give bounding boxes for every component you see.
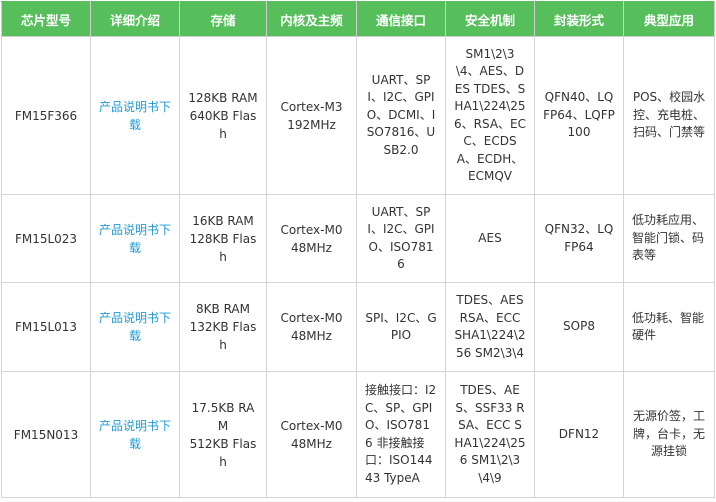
storage-cell: 128KB RAM 640KB Flash: [179, 36, 267, 195]
freq-value: 48MHz: [291, 329, 332, 343]
header-security: 安全机制: [445, 1, 535, 37]
storage-cell: 8KB RAM 132KB Flash: [179, 282, 267, 372]
chip-spec-table: 芯片型号 详细介绍 存储 内核及主频 通信接口 安全机制 封装形式 典型应用 F…: [1, 1, 715, 498]
package-cell: QFN32、LQFP64: [534, 194, 624, 283]
package-cell: SOP8: [534, 282, 624, 372]
ram-value: 8KB RAM: [196, 302, 250, 316]
manual-download-link[interactable]: 产品说明书下载: [99, 419, 171, 451]
interface-cell: SPI、I2C、GPIO: [356, 282, 446, 372]
core-freq-cell: Cortex-M0 48MHz: [266, 282, 357, 372]
details-cell: 产品说明书下载: [90, 194, 180, 283]
security-cell: TDES、AES RSA、ECC SHA1\224\256 SM2\3\4: [445, 282, 535, 372]
flash-value: 512KB Flash: [189, 436, 257, 469]
freq-value: 192MHz: [287, 117, 336, 132]
core-freq-cell: Cortex-M3 192MHz: [266, 36, 357, 195]
core-value: Cortex-M0: [280, 311, 343, 325]
flash-value: 132KB Flash: [189, 320, 257, 352]
flash-value: 128KB Flash: [189, 231, 257, 264]
storage-cell: 17.5KB RAM 512KB Flash: [179, 371, 267, 498]
ram-value: 128KB RAM: [188, 90, 258, 105]
table-row: FM15L013 产品说明书下载 8KB RAM 132KB Flash Cort…: [1, 282, 715, 372]
application-cell: 低功耗应用、智能门锁、码表等: [623, 194, 715, 283]
header-application: 典型应用: [623, 1, 715, 37]
details-cell: 产品说明书下载: [90, 371, 180, 498]
application-cell: 低功耗、智能硬件: [623, 282, 715, 372]
table-row: FM15N013 产品说明书下载 17.5KB RAM 512KB Flash C…: [1, 371, 715, 498]
security-cell: SM1\2\3\4、AES、DES TDES、SHA1\224\256、RSA、…: [445, 36, 535, 195]
application-cell: POS、校园水控、充电桩、扫码、门禁等: [623, 36, 715, 195]
chip-model-cell: FM15F366: [1, 36, 91, 195]
ram-value: 16KB RAM: [192, 213, 254, 228]
table-row: FM15F366 产品说明书下载 128KB RAM 640KB Flash Co…: [1, 36, 715, 195]
core-freq-cell: Cortex-M0 48MHz: [266, 194, 357, 283]
interface-cell: UART、SPI、I2C、GPIO、DCMI、ISO7816、USB2.0: [356, 36, 446, 195]
package-cell: DFN12: [534, 371, 624, 498]
header-storage: 存储: [179, 1, 267, 37]
header-interface: 通信接口: [356, 1, 446, 37]
core-value: Cortex-M3: [280, 99, 343, 114]
table-header-row: 芯片型号 详细介绍 存储 内核及主频 通信接口 安全机制 封装形式 典型应用: [1, 1, 715, 37]
header-core-freq: 内核及主频: [266, 1, 357, 37]
freq-value: 48MHz: [291, 436, 332, 451]
table-row: FM15L023 产品说明书下载 16KB RAM 128KB Flash Cor…: [1, 194, 715, 283]
chip-model-cell: FM15N013: [1, 371, 91, 498]
manual-download-link[interactable]: 产品说明书下载: [99, 100, 171, 132]
ram-value: 17.5KB RAM: [191, 400, 255, 433]
header-package: 封装形式: [534, 1, 624, 37]
core-freq-cell: Cortex-M0 48MHz: [266, 371, 357, 498]
freq-value: 48MHz: [291, 240, 332, 255]
details-cell: 产品说明书下载: [90, 36, 180, 195]
header-details: 详细介绍: [90, 1, 180, 37]
chip-model-cell: FM15L013: [1, 282, 91, 372]
details-cell: 产品说明书下载: [90, 282, 180, 372]
manual-download-link[interactable]: 产品说明书下载: [99, 223, 171, 255]
security-cell: AES: [445, 194, 535, 283]
security-cell: TDES、AES、SSF33 RSA、ECC SHA1\224\256 SM1\…: [445, 371, 535, 498]
flash-value: 640KB Flash: [189, 108, 257, 141]
core-value: Cortex-M0: [280, 222, 343, 237]
interface-cell: UART、SPI、I2C、GPIO、ISO7816: [356, 194, 446, 283]
manual-download-link[interactable]: 产品说明书下载: [99, 311, 171, 343]
core-value: Cortex-M0: [280, 418, 343, 433]
storage-cell: 16KB RAM 128KB Flash: [179, 194, 267, 283]
chip-model-cell: FM15L023: [1, 194, 91, 283]
header-chip-model: 芯片型号: [1, 1, 91, 37]
application-cell: 无源价签，工牌，台卡，无源挂锁: [623, 371, 715, 498]
package-cell: QFN40、LQFP64、LQFP100: [534, 36, 624, 195]
interface-cell: 接触接口：I2C、SP、GPIO、ISO7816 非接触接口：ISO14443 …: [356, 371, 446, 498]
